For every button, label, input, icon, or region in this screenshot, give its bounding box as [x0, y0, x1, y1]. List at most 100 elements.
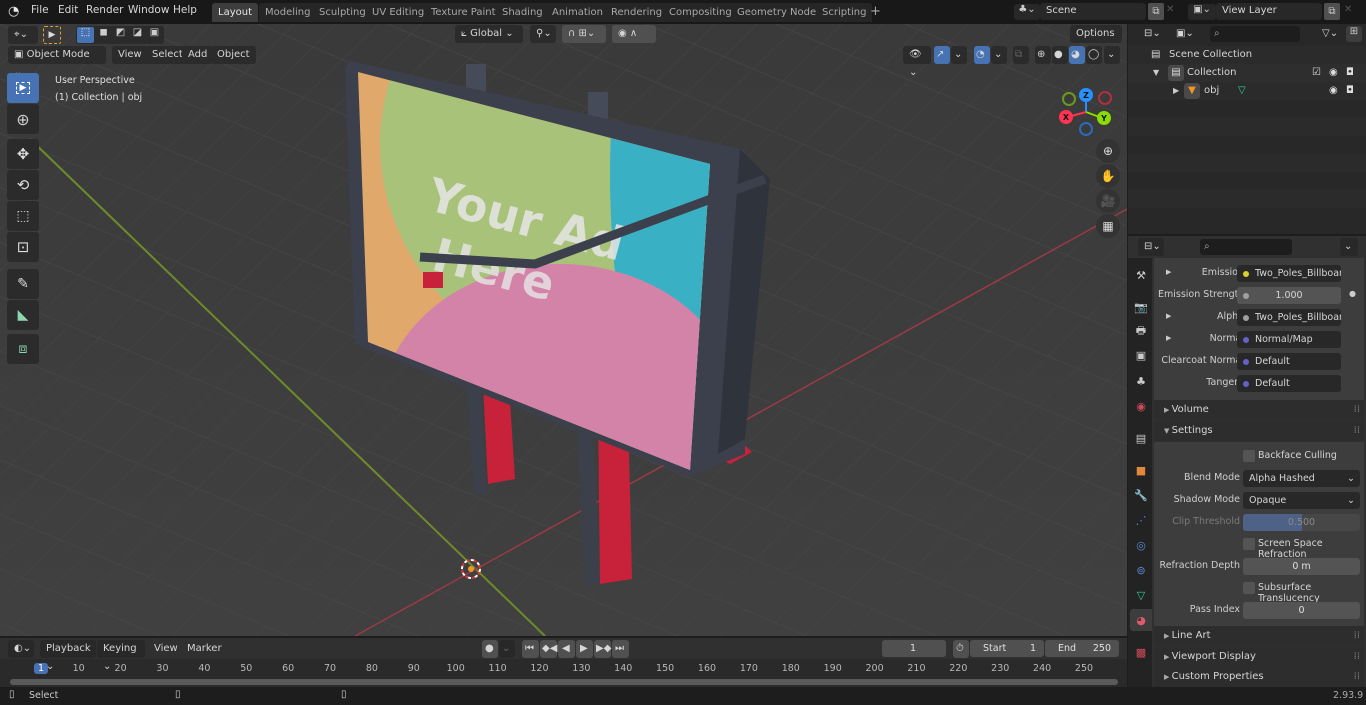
- refraction-depth-field[interactable]: 0 m: [1243, 558, 1360, 575]
- select-intersect-icon[interactable]: ▣: [146, 27, 163, 43]
- panel-custom-properties[interactable]: ▶ Custom Properties ⁞⁞: [1154, 667, 1364, 687]
- view-layer-field[interactable]: View Layer: [1216, 3, 1322, 20]
- mode-dropdown[interactable]: ▣ Object Mode ⌄: [8, 46, 106, 78]
- emission-strength-field[interactable]: 1.000: [1237, 287, 1341, 304]
- mesh-data-icon[interactable]: ▽: [1238, 82, 1246, 100]
- current-frame-marker[interactable]: 1: [33, 663, 49, 674]
- outliner-display-mode[interactable]: ⊟⌄: [1138, 25, 1164, 43]
- rendered-shading-icon[interactable]: ◯: [1086, 46, 1102, 64]
- jump-end-button[interactable]: ⏭: [612, 640, 629, 658]
- tab-physics[interactable]: ◎: [1130, 534, 1152, 556]
- tool-cursor[interactable]: ⊕: [7, 104, 39, 134]
- transform-orientation-dropdown[interactable]: ⟀ Global ⌄: [455, 25, 523, 43]
- tab-view-layer[interactable]: ▣: [1130, 344, 1152, 366]
- select-subtract-icon[interactable]: ◩: [112, 27, 129, 43]
- timeline-menu-marker[interactable]: Marker: [187, 643, 222, 654]
- outliner-search-input[interactable]: ⌕: [1210, 26, 1300, 42]
- snap-toggle[interactable]: ∩ ⊞⌄: [562, 25, 606, 43]
- tab-scripting[interactable]: Scripting: [816, 3, 873, 22]
- menu-object[interactable]: Object: [211, 46, 256, 64]
- 3d-viewport[interactable]: Your Ad Here ⌖⌄ ▶ ⬚ ◼ ◩ ◪ ▣ ⟀ Global ⌄ ⚲…: [0, 24, 1127, 636]
- timeline-editor-type[interactable]: ◐⌄: [8, 640, 34, 658]
- select-invert-icon[interactable]: ◪: [129, 27, 146, 43]
- subsurface-translucency-checkbox[interactable]: [1243, 582, 1255, 594]
- expand-arrow-icon[interactable]: ▶: [1173, 82, 1179, 100]
- panel-volume[interactable]: ▶ Volume ⁞⁞: [1154, 400, 1364, 420]
- normal-field[interactable]: Normal/Map: [1237, 331, 1341, 348]
- clip-threshold-slider[interactable]: 0.500: [1243, 514, 1360, 531]
- tab-geometry-nodes[interactable]: Geometry Nodes: [731, 3, 828, 22]
- overlay-toggle-icon[interactable]: ◔: [974, 46, 990, 64]
- delete-view-layer-icon[interactable]: ✕: [1344, 4, 1352, 15]
- tool-transform[interactable]: ⊡: [7, 232, 39, 262]
- frame-end-field[interactable]: End 250: [1045, 640, 1119, 657]
- overlay-dropdown[interactable]: ⌄: [991, 46, 1007, 64]
- panel-line-art[interactable]: ▶ Line Art ⁞⁞: [1154, 626, 1364, 646]
- jump-start-button[interactable]: ⏮: [522, 640, 539, 658]
- outliner-row-scene-collection[interactable]: ▤ Scene Collection: [1128, 46, 1366, 64]
- properties-search-input[interactable]: ⌕: [1200, 239, 1292, 255]
- tab-rendering[interactable]: Rendering: [605, 3, 669, 22]
- blend-mode-dropdown[interactable]: Alpha Hashed ⌄: [1243, 470, 1360, 487]
- playback-dropdown[interactable]: Playback ⌄: [40, 640, 96, 672]
- select-extend-icon[interactable]: ◼: [95, 27, 112, 43]
- clearcoat-normal-field[interactable]: Default: [1237, 353, 1341, 370]
- tool-measure[interactable]: ◣: [7, 300, 39, 330]
- shadow-mode-dropdown[interactable]: Opaque ⌄: [1243, 492, 1360, 509]
- frame-start-field[interactable]: Start 1: [970, 640, 1044, 657]
- proportional-editing-toggle[interactable]: ◉ ∧: [612, 25, 656, 43]
- tab-tool[interactable]: ⚒: [1130, 264, 1152, 286]
- tab-data[interactable]: ▽: [1130, 584, 1152, 606]
- alpha-field[interactable]: Two_Poles_Billboard...: [1237, 309, 1341, 326]
- drag-handle-icon[interactable]: ⁞⁞: [1354, 400, 1360, 420]
- neg-x-axis-handle[interactable]: [1098, 91, 1112, 105]
- new-collection-icon[interactable]: ⊞: [1346, 26, 1362, 42]
- current-frame-field[interactable]: 1: [882, 640, 946, 657]
- tab-texture[interactable]: ▩: [1130, 641, 1152, 663]
- menu-add[interactable]: Add: [182, 46, 214, 64]
- render-camera-icon[interactable]: ◘: [1346, 64, 1354, 82]
- view-layer-selector-icon[interactable]: ▣⌄: [1188, 4, 1216, 20]
- tab-layout[interactable]: Layout: [212, 3, 258, 22]
- neg-z-axis-handle[interactable]: [1079, 122, 1093, 136]
- pivot-point-dropdown[interactable]: ⚲⌄: [530, 25, 556, 43]
- camera-view-button[interactable]: 🎥: [1096, 189, 1120, 213]
- xray-toggle-icon[interactable]: ⧉: [1013, 46, 1029, 64]
- tab-material[interactable]: ◕: [1130, 609, 1152, 631]
- visibility-eye-icon[interactable]: ◉: [1329, 82, 1338, 100]
- delete-scene-icon[interactable]: ✕: [1166, 4, 1174, 15]
- play-button[interactable]: ▶: [576, 640, 593, 658]
- add-workspace-button[interactable]: +: [870, 4, 881, 19]
- tab-object[interactable]: ■: [1130, 459, 1152, 481]
- tab-sculpting[interactable]: Sculpting: [313, 3, 372, 22]
- keyframe-dot-icon[interactable]: ●: [1349, 289, 1356, 298]
- render-camera-icon[interactable]: ◘: [1346, 82, 1354, 100]
- menu-window[interactable]: Window: [128, 4, 169, 16]
- tab-texture-paint[interactable]: Texture Paint: [425, 3, 502, 22]
- neg-y-axis-handle[interactable]: [1062, 92, 1076, 106]
- visibility-dropdown[interactable]: 👁⌄: [903, 46, 931, 78]
- properties-editor-type[interactable]: ⊟⌄: [1138, 238, 1164, 256]
- next-keyframe-button[interactable]: ▶◆: [594, 640, 611, 658]
- tool-move[interactable]: ✥: [7, 139, 39, 169]
- tab-compositing[interactable]: Compositing: [663, 3, 738, 22]
- drag-handle-icon[interactable]: ⁞⁞: [1354, 421, 1360, 441]
- tool-select-box[interactable]: ▶: [7, 73, 39, 103]
- gizmo-toggle-icon[interactable]: ↗: [934, 46, 950, 64]
- tab-shading[interactable]: Shading: [496, 3, 549, 22]
- auto-keying-dropdown[interactable]: ⌄: [499, 640, 515, 658]
- tool-scale[interactable]: ⬚: [7, 201, 39, 231]
- tab-modifiers[interactable]: 🔧: [1130, 484, 1152, 506]
- tab-collection[interactable]: ▤: [1130, 427, 1152, 449]
- menu-view[interactable]: View: [112, 46, 148, 64]
- play-reverse-button[interactable]: ◀: [558, 640, 575, 658]
- screen-space-refraction-checkbox[interactable]: [1243, 538, 1255, 550]
- tool-annotate[interactable]: ✎: [7, 269, 39, 299]
- drag-handle-icon[interactable]: ⁞⁞: [1354, 626, 1360, 646]
- frame-ruler[interactable]: 1 10 20 30 40 50 60 70 80 90 100 110 120 130 140 150 160…: [0, 659, 1127, 679]
- visibility-eye-icon[interactable]: ◉: [1329, 64, 1338, 82]
- menu-file[interactable]: File: [31, 4, 49, 16]
- new-scene-icon[interactable]: ⧉: [1148, 3, 1164, 20]
- menu-render[interactable]: Render: [86, 4, 123, 16]
- perspective-toggle-button[interactable]: ▦: [1096, 214, 1120, 238]
